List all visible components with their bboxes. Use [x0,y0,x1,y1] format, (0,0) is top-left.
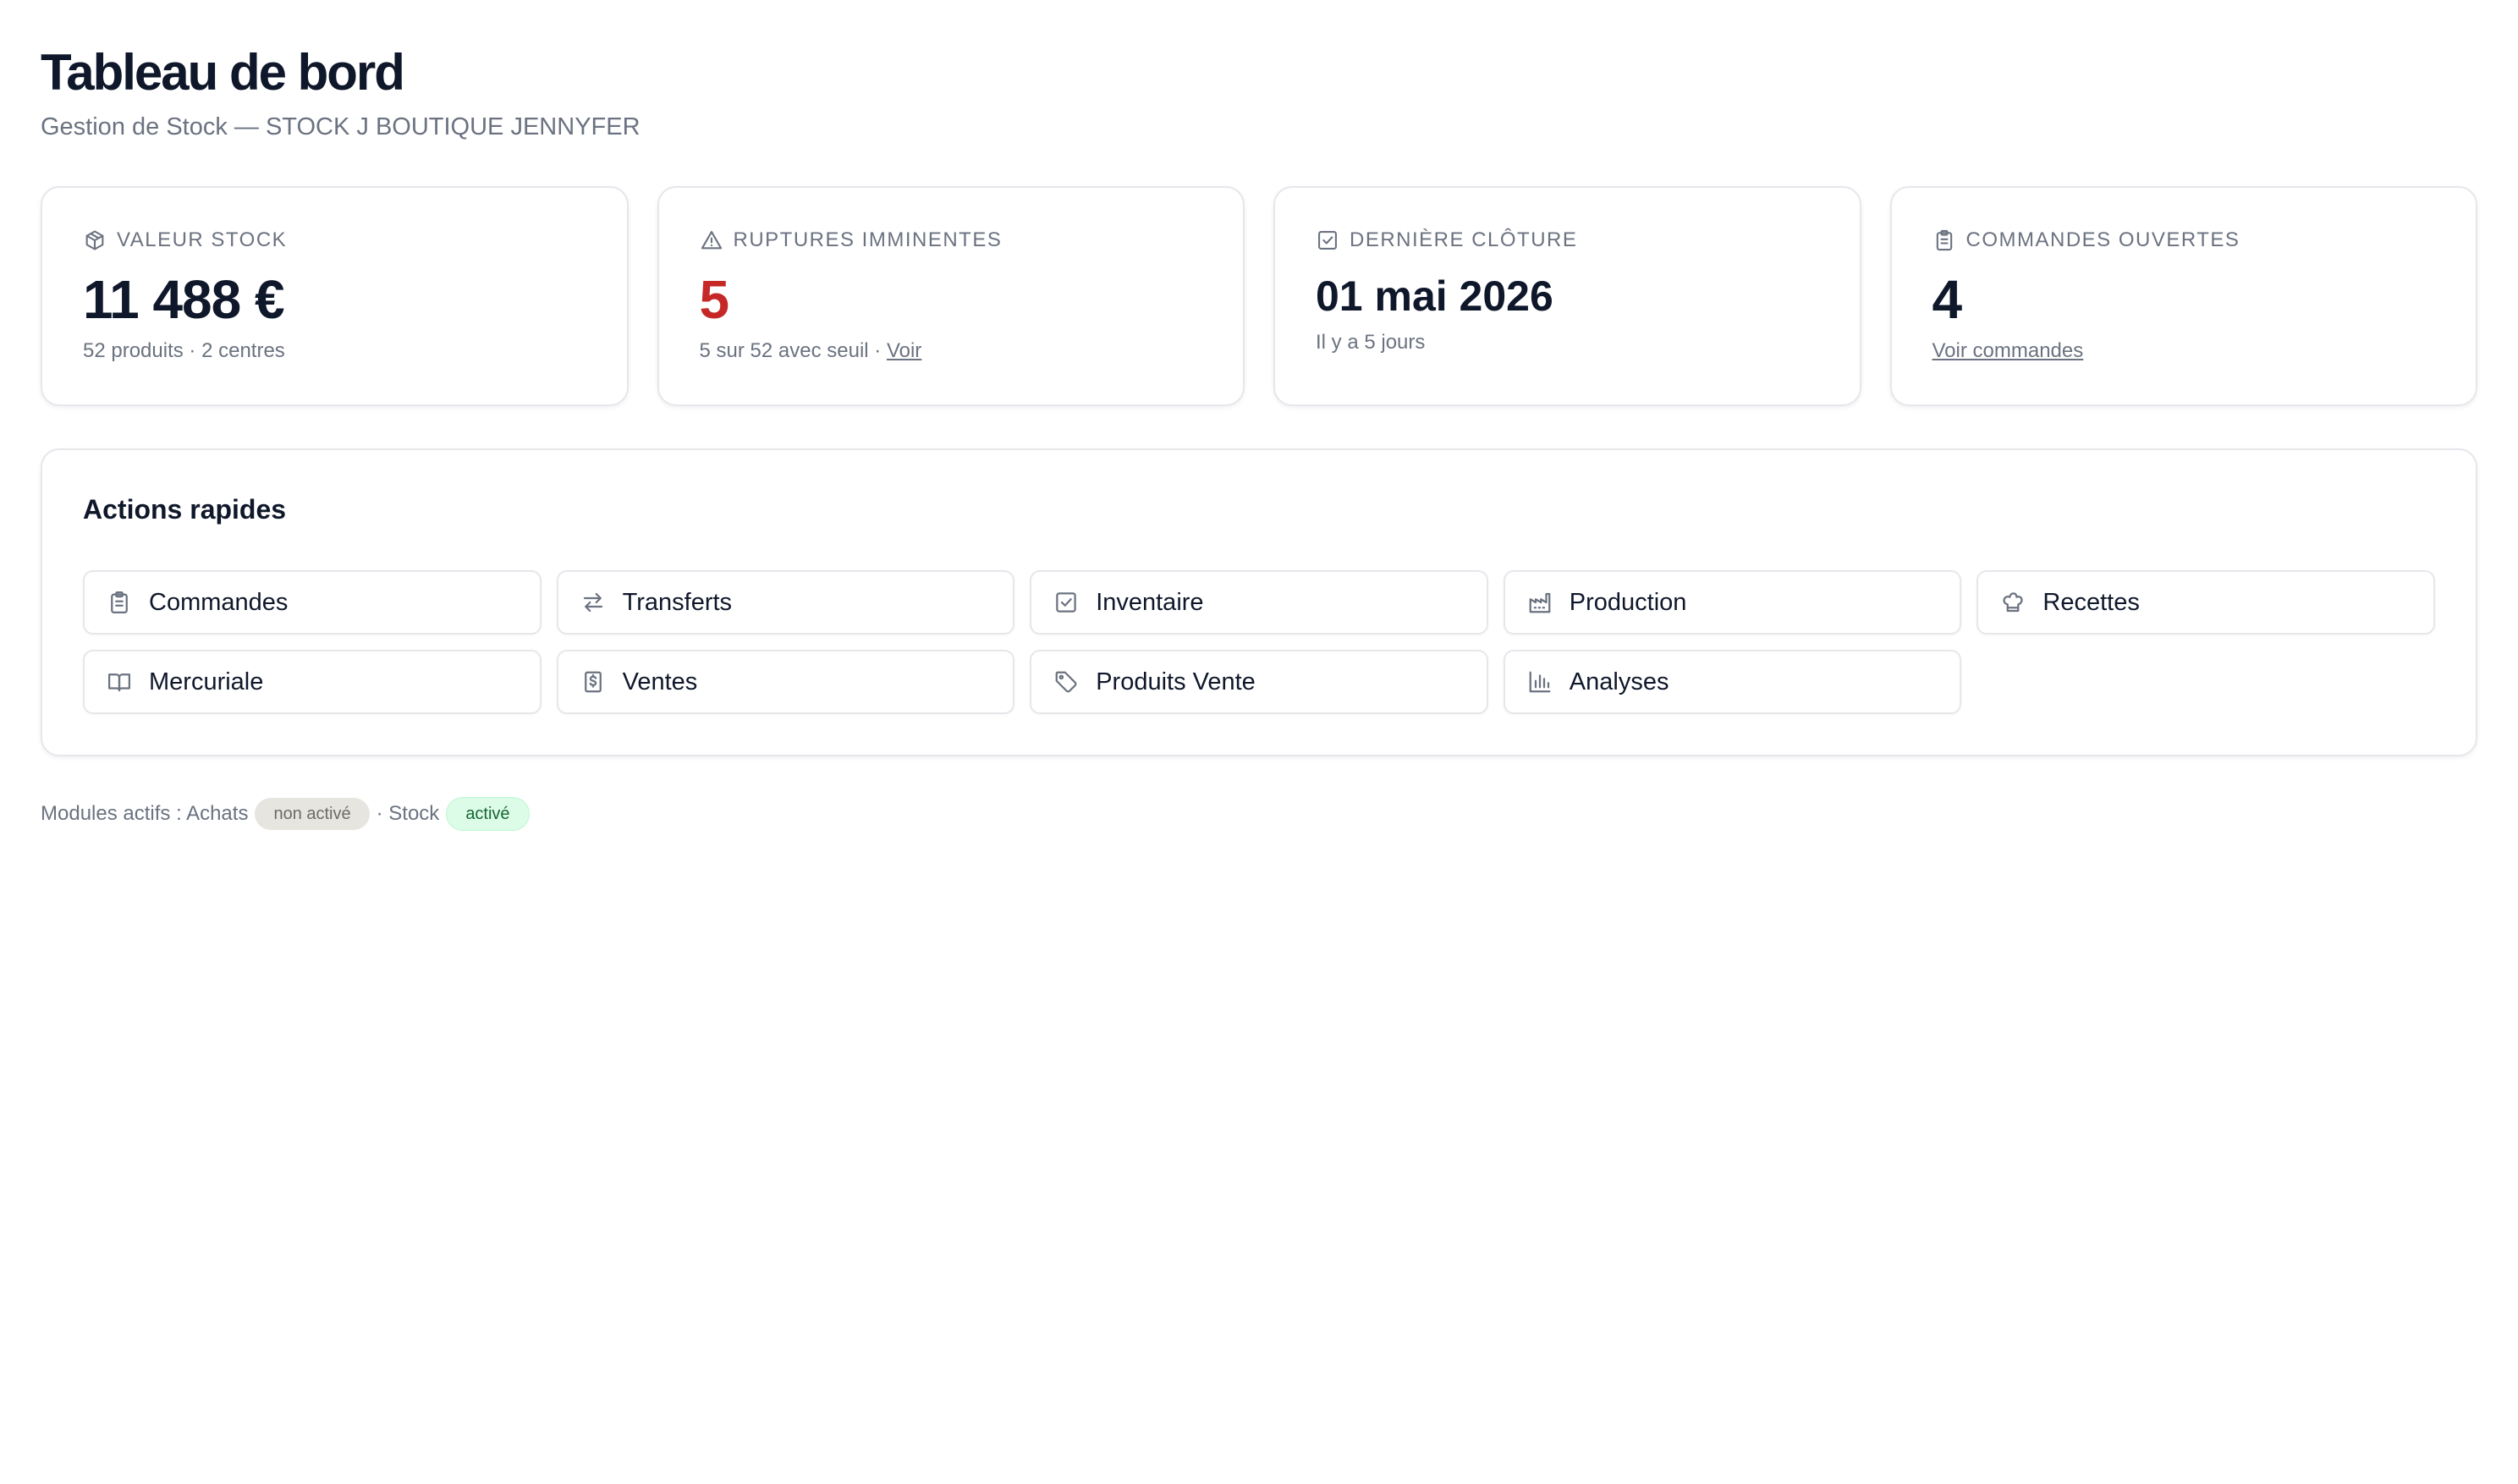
action-label: Transferts [622,588,733,616]
kpi-subtext-text: 5 sur 52 avec seuil · [699,339,887,362]
dashboard-page: Tableau de bord Gestion de Stock — STOCK… [0,0,2518,831]
action-label: Produits Vente [1096,668,1256,695]
kpi-value: 4 [1932,269,1963,330]
kpi-header: VALEUR STOCK [83,227,586,254]
action-label: Commandes [149,588,289,616]
kpi-label: RUPTURES IMMINENTES [733,228,1003,251]
action-button-transferts[interactable]: Transferts [556,570,1015,635]
modules-separator: · Stock [376,802,440,825]
kpi-label: COMMANDES OUVERTES [1965,228,2240,251]
kpi-value: 11 488 € [83,269,285,330]
alert-triangle-icon [701,231,722,250]
quick-actions-grid: Commandes Transferts Inventaire Producti… [83,570,2435,714]
kpi-header: DERNIÈRE CLÔTURE [1316,227,1819,254]
tag-icon [1055,671,1077,693]
box-icon [85,230,104,250]
achats-status-badge: non activé [255,798,370,830]
kpi-label: VALEUR STOCK [117,228,288,251]
stock-status-badge: activé [446,797,530,831]
action-button-recettes[interactable]: Recettes [1976,570,2435,635]
modules-prefix: Modules actifs : Achats [41,802,249,825]
kpi-subtext: Il y a 5 jours [1316,331,1426,354]
page-title: Tableau de bord [41,44,405,101]
kpi-header: COMMANDES OUVERTES [1932,227,2436,254]
active-modules: Modules actifs : Achats non activé · Sto… [41,797,2477,831]
action-label: Analyses [1569,668,1669,695]
action-button-commandes[interactable]: Commandes [83,570,542,635]
clipboard-icon [111,591,128,613]
action-label: Recettes [2042,588,2140,616]
factory-icon [1529,592,1551,613]
action-label: Inventaire [1096,588,1204,616]
kpi-subtext: Voir commandes [1932,338,2436,364]
kpi-card-last-closing: DERNIÈRE CLÔTURE 01 mai 2026 Il y a 5 jo… [1273,186,1861,406]
view-orders-link[interactable]: Voir commandes [1932,339,2084,362]
quick-actions-title: Actions rapides [83,494,287,525]
kpi-label: DERNIÈRE CLÔTURE [1350,228,1578,251]
action-button-ventes[interactable]: Ventes [556,650,1015,714]
view-ruptures-link[interactable]: Voir [887,339,921,362]
clipboard-icon [1936,229,1952,251]
chef-hat-icon [2003,592,2024,613]
kpi-card-stock-value: VALEUR STOCK 11 488 € 52 produits · 2 ce… [41,186,629,406]
check-square-icon [1318,231,1337,250]
action-button-mercuriale[interactable]: Mercuriale [83,650,542,714]
quick-actions-panel: Actions rapides Commandes Transferts Inv… [41,448,2477,756]
kpi-header: RUPTURES IMMINENTES [700,227,1203,254]
action-button-production[interactable]: Production [1503,570,1962,635]
action-button-produits-vente[interactable]: Produits Vente [1030,650,1488,714]
action-label: Production [1569,588,1687,616]
action-button-inventaire[interactable]: Inventaire [1030,570,1488,635]
kpi-card-ruptures: RUPTURES IMMINENTES 5 5 sur 52 avec seui… [657,186,1245,406]
book-open-icon [108,673,130,692]
action-button-analyses[interactable]: Analyses [1503,650,1962,714]
page-subtitle: Gestion de Stock — STOCK J BOUTIQUE JENN… [41,113,640,140]
action-label: Ventes [622,668,698,695]
kpi-card-open-orders: COMMANDES OUVERTES 4 Voir commandes [1889,186,2477,406]
kpi-subtext: 52 produits · 2 centres [83,339,285,362]
kpi-subtext: 5 sur 52 avec seuil · Voir [700,338,1203,364]
kpi-cards: VALEUR STOCK 11 488 € 52 produits · 2 ce… [41,186,2477,406]
receipt-icon [584,671,602,693]
kpi-value: 01 mai 2026 [1316,272,1553,320]
bar-chart-icon [1529,671,1551,693]
arrows-left-right-icon [583,592,602,613]
check-square-icon [1056,592,1076,613]
kpi-value: 5 [699,269,730,330]
action-label: Mercuriale [149,668,264,695]
